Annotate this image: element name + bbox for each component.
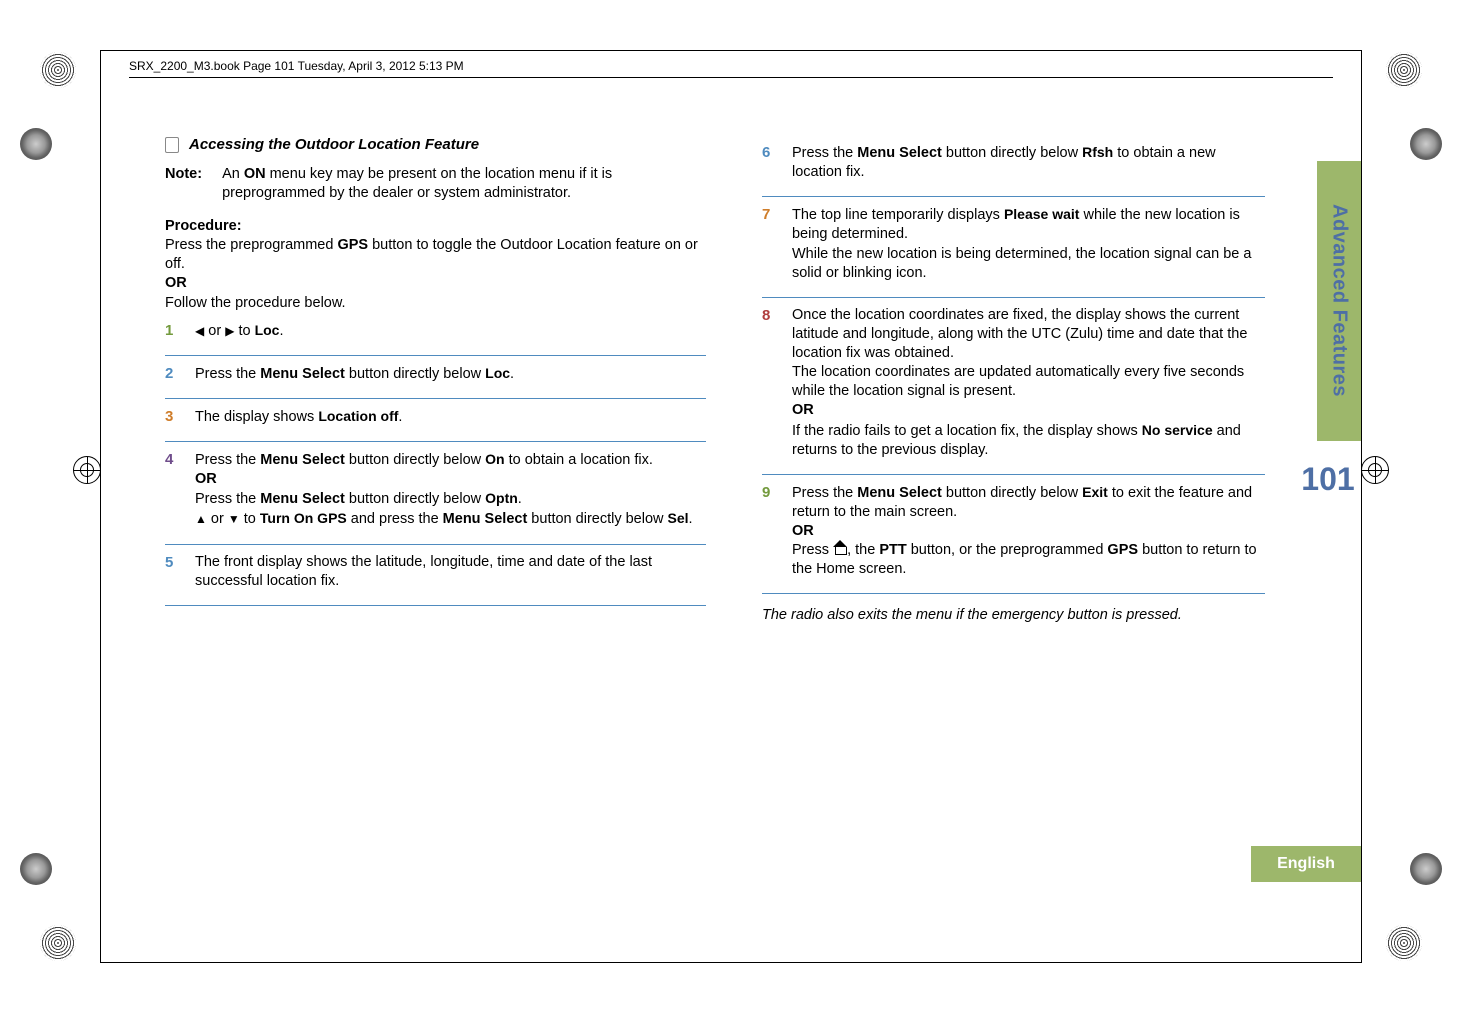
step-8-num: 8 — [762, 306, 778, 460]
divider — [165, 441, 706, 442]
section-title: Accessing the Outdoor Location Feature — [189, 135, 479, 155]
page-frame: SRX_2200_M3.book Page 101 Tuesday, April… — [100, 50, 1362, 963]
step-7-body: The top line temporarily displays Please… — [792, 205, 1265, 283]
on-key: ON — [244, 166, 266, 182]
crop-mark-br — [1410, 853, 1442, 885]
crop-mark-tr — [1410, 128, 1442, 160]
step-7-num: 7 — [762, 205, 778, 283]
step-9-body: Press the Menu Select button directly be… — [792, 483, 1265, 580]
step-1-num: 1 — [165, 321, 181, 341]
step-4-num: 4 — [165, 450, 181, 530]
step-3: 3 The display shows Location off. — [165, 407, 706, 433]
procedure-label: Procedure: — [165, 217, 706, 236]
divider — [762, 593, 1265, 594]
header-rule — [129, 77, 1333, 78]
divider — [165, 398, 706, 399]
step-2-body: Press the Menu Select button directly be… — [195, 364, 514, 384]
step-2: 2 Press the Menu Select button directly … — [165, 364, 706, 390]
print-ring-br — [1386, 925, 1422, 961]
registration-mark-right — [1361, 456, 1389, 484]
step-6-num: 6 — [762, 143, 778, 182]
content-columns: Accessing the Outdoor Location Feature N… — [101, 51, 1361, 626]
crop-mark-bl — [20, 853, 52, 885]
down-arrow-icon: ▼ — [228, 512, 240, 526]
step-6-body: Press the Menu Select button directly be… — [792, 143, 1265, 182]
print-ring-tr — [1386, 52, 1422, 88]
right-column: 6 Press the Menu Select button directly … — [762, 135, 1305, 626]
running-header: SRX_2200_M3.book Page 101 Tuesday, April… — [129, 59, 464, 73]
registration-mark-left — [73, 456, 101, 484]
step-5-body: The front display shows the latitude, lo… — [195, 553, 706, 591]
step-8: 8 Once the location coordinates are fixe… — [762, 306, 1265, 466]
divider — [165, 355, 706, 356]
step-1: 1 ◀ or ▶ to Loc. — [165, 321, 706, 347]
step-5-num: 5 — [165, 553, 181, 591]
step-1-body: ◀ or ▶ to Loc. — [195, 321, 284, 341]
document-icon — [165, 137, 179, 153]
section-heading-row: Accessing the Outdoor Location Feature — [165, 135, 706, 155]
crop-mark-tl — [20, 128, 52, 160]
divider — [165, 544, 706, 545]
language-box: English — [1251, 846, 1361, 882]
side-tab: Advanced Features — [1317, 161, 1361, 441]
intro-text: Press the preprogrammed GPS button to to… — [165, 236, 706, 313]
side-tab-label: Advanced Features — [1328, 204, 1351, 397]
print-ring-bl — [40, 925, 76, 961]
step-5: 5 The front display shows the latitude, … — [165, 553, 706, 597]
step-4-body: Press the Menu Select button directly be… — [195, 450, 693, 530]
note-label: Note: — [165, 165, 202, 203]
step-2-num: 2 — [165, 364, 181, 384]
step-8-body: Once the location coordinates are fixed,… — [792, 306, 1265, 460]
up-arrow-icon: ▲ — [195, 512, 207, 526]
language-label: English — [1277, 855, 1335, 873]
step-7: 7 The top line temporarily displays Plea… — [762, 205, 1265, 289]
divider — [762, 474, 1265, 475]
divider — [762, 297, 1265, 298]
step-9: 9 Press the Menu Select button directly … — [762, 483, 1265, 586]
step-6: 6 Press the Menu Select button directly … — [762, 143, 1265, 188]
divider — [165, 605, 706, 606]
step-4: 4 Press the Menu Select button directly … — [165, 450, 706, 536]
print-ring-tl — [40, 52, 76, 88]
divider — [762, 196, 1265, 197]
note-text: An ON menu key may be present on the loc… — [222, 165, 706, 203]
step-3-num: 3 — [165, 407, 181, 427]
step-9-num: 9 — [762, 483, 778, 580]
left-arrow-icon: ◀ — [195, 324, 204, 338]
home-icon — [833, 542, 847, 555]
left-column: Accessing the Outdoor Location Feature N… — [165, 135, 706, 626]
note-block: Note: An ON menu key may be present on t… — [165, 165, 706, 203]
footnote: The radio also exits the menu if the eme… — [762, 606, 1265, 625]
page-number: 101 — [1301, 461, 1355, 498]
step-3-body: The display shows Location off. — [195, 407, 402, 427]
